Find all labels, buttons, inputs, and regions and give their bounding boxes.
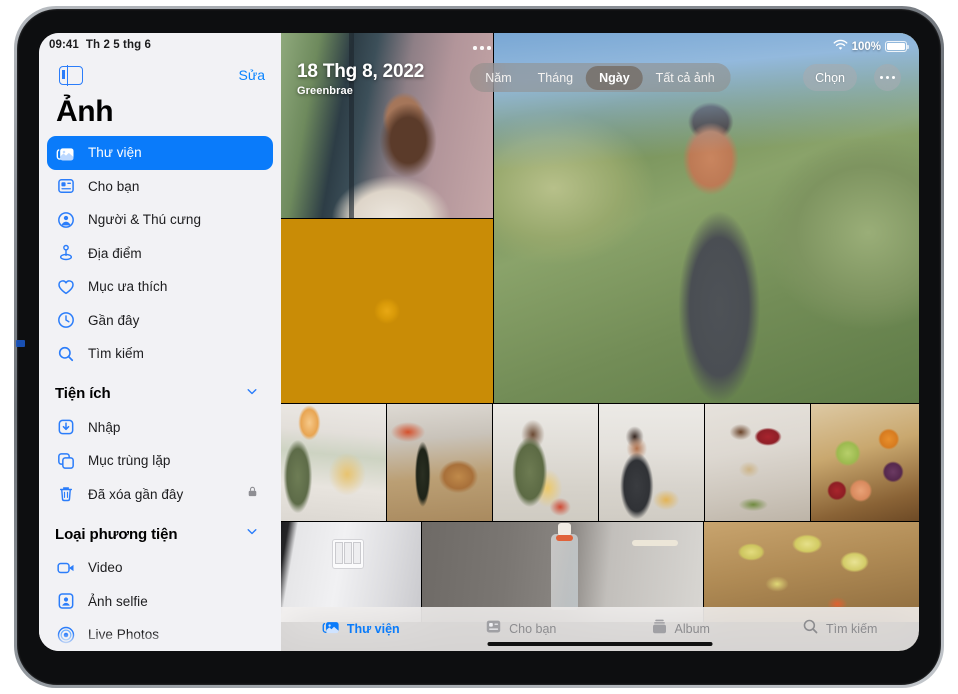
search-icon xyxy=(55,343,77,365)
for-you-icon xyxy=(55,175,77,197)
sidebar-item-nhap[interactable]: Nhập xyxy=(47,411,273,445)
sidebar-item-da-xoa-gan-day[interactable]: Đã xóa gần đây xyxy=(47,478,273,512)
bottom-tab-bar: Thư viện Cho bạn Album xyxy=(281,607,919,651)
sidebar-item-muc-ua-thich[interactable]: Mục ưa thích xyxy=(47,270,273,304)
sidebar-item-label: Cho bạn xyxy=(88,179,139,194)
sidebar-toggle-icon[interactable] xyxy=(59,66,83,85)
sidebar-item-label: Nhập xyxy=(88,420,120,435)
photo-thumbnail[interactable] xyxy=(281,219,493,403)
sidebar-item-anh-selfie[interactable]: Ảnh selfie xyxy=(47,585,273,619)
segment-thang[interactable]: Tháng xyxy=(525,66,586,90)
home-indicator[interactable] xyxy=(488,642,713,647)
chevron-down-icon[interactable] xyxy=(245,384,259,403)
sidebar-scroll-fade xyxy=(39,633,281,651)
tab-thu-vien[interactable]: Thư viện xyxy=(281,617,441,641)
photo-thumbnail[interactable] xyxy=(705,404,810,521)
select-button[interactable]: Chọn xyxy=(803,64,857,91)
photo-thumbnail[interactable] xyxy=(387,404,492,521)
photo-thumbnail[interactable] xyxy=(281,404,386,521)
search-icon xyxy=(801,617,820,641)
sidebar: 09:41 Th 2 5 thg 6 Sửa Ảnh Thư viện xyxy=(39,33,281,651)
trash-icon xyxy=(55,483,77,505)
sidebar-item-label: Mục ưa thích xyxy=(88,279,167,294)
places-pin-icon xyxy=(55,242,77,264)
sidebar-item-gan-day[interactable]: Gần đây xyxy=(47,304,273,338)
tab-label: Thư viện xyxy=(347,622,400,636)
tab-tim-kiem[interactable]: Tìm kiếm xyxy=(760,617,920,641)
heart-icon xyxy=(55,276,77,298)
sidebar-item-thu-vien[interactable]: Thư viện xyxy=(47,136,273,170)
device-side-button[interactable] xyxy=(16,340,25,347)
selfie-icon xyxy=(55,590,77,612)
sidebar-item-cho-ban[interactable]: Cho bạn xyxy=(47,170,273,204)
status-bar-time: 09:41 xyxy=(49,39,79,51)
photo-library-icon xyxy=(322,617,341,641)
tab-label: Album xyxy=(675,622,710,636)
photo-thumbnail[interactable] xyxy=(493,404,598,521)
chevron-down-icon[interactable] xyxy=(245,525,259,544)
tab-label: Tìm kiếm xyxy=(826,622,877,636)
albums-icon xyxy=(650,617,669,641)
status-bar-date: Th 2 5 thg 6 xyxy=(86,39,151,51)
sidebar-toolbar: Sửa xyxy=(39,61,281,97)
wifi-icon xyxy=(833,39,848,54)
segment-ngay[interactable]: Ngày xyxy=(586,66,643,90)
battery-icon xyxy=(885,41,907,52)
sidebar-item-label: Mục trùng lặp xyxy=(88,453,170,468)
more-dots-icon[interactable] xyxy=(473,46,491,50)
tab-cho-ban[interactable]: Cho bạn xyxy=(441,617,601,641)
sidebar-item-nguoi-thu-cung[interactable]: Người & Thú cưng xyxy=(47,203,273,237)
sidebar-item-label: Ảnh selfie xyxy=(88,594,148,609)
photo-library-icon xyxy=(55,142,77,164)
sidebar-item-label: Địa điểm xyxy=(88,246,142,261)
duplicates-icon xyxy=(55,450,77,472)
segment-nam[interactable]: Năm xyxy=(472,66,524,90)
section-title: Tiện ích xyxy=(55,385,111,402)
sidebar-item-label: Video xyxy=(88,560,123,575)
photo-content-area: 18 Thg 8, 2022 Greenbrae 100% Năm Tháng … xyxy=(281,33,919,651)
sidebar-section-tien-ich[interactable]: Tiện ích xyxy=(47,377,273,411)
video-icon xyxy=(55,557,77,579)
lock-icon xyxy=(246,485,259,504)
edit-button[interactable]: Sửa xyxy=(239,67,266,83)
photo-thumbnail[interactable] xyxy=(281,33,493,218)
clock-icon xyxy=(55,309,77,331)
photo-thumbnail[interactable] xyxy=(599,404,704,521)
time-scope-segmented-control[interactable]: Năm Tháng Ngày Tất cả ảnh xyxy=(470,63,731,92)
section-title: Loại phương tiện xyxy=(55,526,177,543)
photo-thumbnail[interactable] xyxy=(811,404,919,521)
sidebar-item-label: Đã xóa gần đây xyxy=(88,487,183,502)
status-bar-left: 09:41 Th 2 5 thg 6 xyxy=(49,39,151,51)
segment-tat-ca-anh[interactable]: Tất cả ảnh xyxy=(643,66,728,90)
sidebar-item-label: Thư viện xyxy=(88,145,142,160)
sidebar-item-tim-kiem[interactable]: Tìm kiếm xyxy=(47,337,273,371)
sidebar-item-muc-trung-lap[interactable]: Mục trùng lặp xyxy=(47,444,273,478)
page-title: Ảnh xyxy=(56,95,113,129)
photo-grid xyxy=(281,33,919,651)
ellipsis-circle-icon[interactable] xyxy=(874,64,901,91)
tab-album[interactable]: Album xyxy=(600,617,760,641)
ipad-screen: 09:41 Th 2 5 thg 6 Sửa Ảnh Thư viện xyxy=(39,33,919,651)
sidebar-nav-list: Thư viện Cho bạn xyxy=(39,136,281,651)
sidebar-item-dia-diem[interactable]: Địa điểm xyxy=(47,237,273,271)
sidebar-section-loai-phuong-tien[interactable]: Loại phương tiện xyxy=(47,517,273,551)
for-you-icon xyxy=(484,617,503,641)
sidebar-item-label: Tìm kiếm xyxy=(88,346,144,361)
battery-percent-label: 100% xyxy=(852,41,881,53)
tab-label: Cho bạn xyxy=(509,622,556,636)
status-bar-right: 100% xyxy=(833,39,907,54)
sidebar-item-video[interactable]: Video xyxy=(47,551,273,585)
people-pets-icon xyxy=(55,209,77,231)
sidebar-item-label: Gần đây xyxy=(88,313,139,328)
sidebar-item-label: Người & Thú cưng xyxy=(88,212,201,227)
import-icon xyxy=(55,416,77,438)
